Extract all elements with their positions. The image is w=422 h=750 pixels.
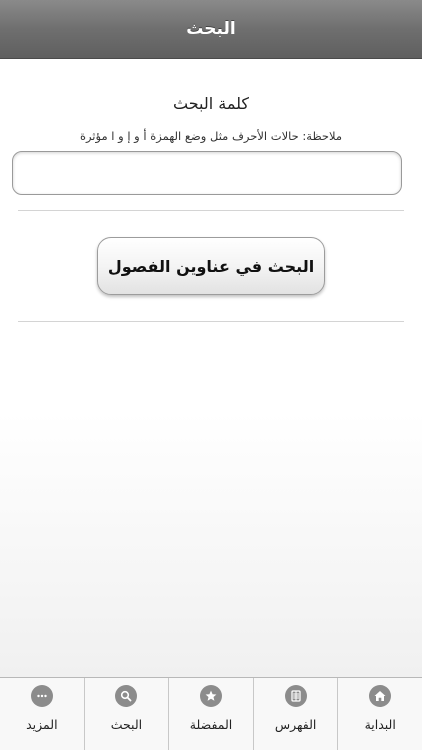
tab-more[interactable]: المزيد	[0, 678, 84, 750]
divider	[18, 321, 404, 322]
tab-label: المفضلة	[189, 717, 233, 732]
tab-label: البداية	[364, 717, 396, 732]
page-title: البحث	[186, 19, 236, 39]
tab-bar: البداية الفهرس المفضلة البحث المزيد	[0, 677, 422, 750]
search-panel: كلمة البحث ملاحظة: حالات الأحرف مثل وضع …	[0, 58, 422, 678]
more-icon	[30, 685, 53, 707]
tab-home[interactable]: البداية	[337, 678, 422, 750]
navigation-bar: البحث	[0, 0, 422, 59]
tab-label: المزيد	[26, 717, 58, 732]
search-input[interactable]	[12, 151, 402, 195]
search-label: كلمة البحث	[172, 94, 249, 113]
divider	[18, 210, 404, 211]
tab-index[interactable]: الفهرس	[252, 678, 338, 750]
search-icon	[115, 685, 138, 707]
index-icon	[284, 685, 307, 707]
tab-label: البحث	[110, 717, 143, 732]
home-icon	[369, 685, 392, 707]
tab-favorites[interactable]: المفضلة	[168, 678, 253, 750]
tab-search[interactable]: البحث	[83, 678, 169, 750]
search-note: ملاحظة: حالات الأحرف مثل وضع الهمزة أ و …	[79, 129, 343, 143]
search-chapter-titles-button[interactable]: البحث في عناوين الفصول	[97, 237, 325, 295]
star-icon	[200, 685, 223, 707]
tab-label: الفهرس	[274, 717, 317, 732]
